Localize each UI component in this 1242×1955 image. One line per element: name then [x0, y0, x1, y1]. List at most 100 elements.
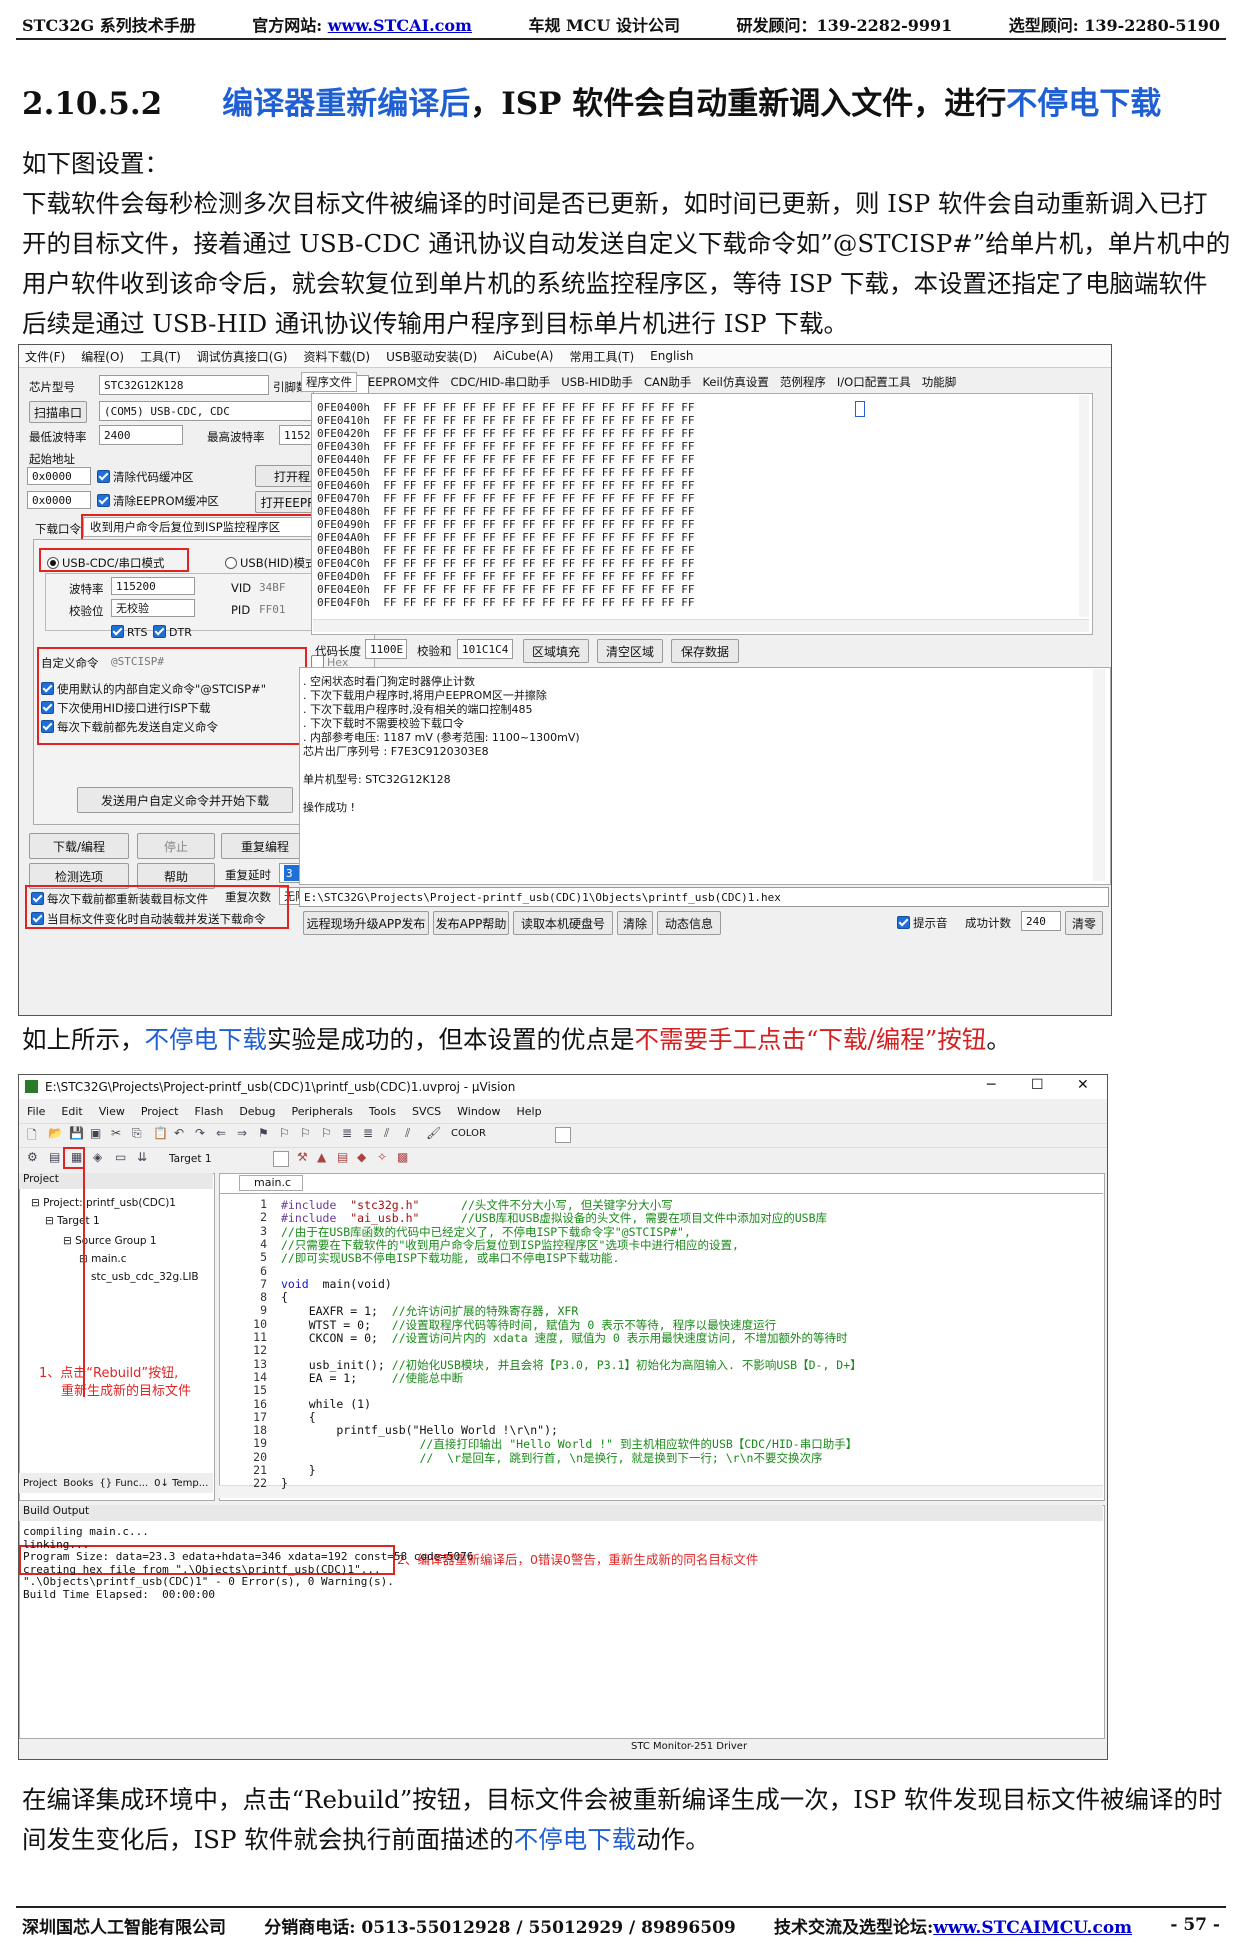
repeat-program-button[interactable]: 重复编程	[221, 833, 309, 859]
dtr-option[interactable]: DTR	[153, 625, 192, 639]
toolbar-icon[interactable]: 📋	[153, 1126, 168, 1140]
mode-hid-radio[interactable]: USB(HID)模式	[225, 555, 316, 571]
toolbar-icon[interactable]: ⫽	[405, 1126, 410, 1141]
find-combo[interactable]	[555, 1127, 571, 1143]
options-toolbar-icon[interactable]: ▩	[397, 1150, 408, 1164]
code-line[interactable]: }	[281, 1463, 316, 1477]
log-scrollbar[interactable]	[1093, 669, 1105, 881]
pane-tab-books[interactable]: Books	[63, 1478, 93, 1489]
beep-option[interactable]: 提示音	[897, 915, 948, 931]
build-toolbar-icon[interactable]: ⚙	[27, 1150, 38, 1164]
toolbar-icon[interactable]: ≣	[342, 1126, 352, 1140]
options-toolbar-icon[interactable]: ◆	[357, 1150, 366, 1164]
remote-upgrade-button[interactable]: 远程现场升级APP发布	[303, 911, 429, 935]
parity-select[interactable]: 无校验	[111, 599, 195, 617]
code-line[interactable]: void main(void)	[281, 1277, 392, 1291]
tab-can-assistant[interactable]: CAN助手	[644, 374, 692, 390]
toolbar-icon[interactable]: 🖌	[426, 1126, 441, 1140]
menu-peripherals[interactable]: Peripherals	[292, 1105, 353, 1118]
pane-tab-templates[interactable]: 0↓ Temp...	[154, 1478, 208, 1489]
dynamic-info-button[interactable]: 动态信息	[657, 911, 721, 935]
menu-svcs[interactable]: SVCS	[412, 1105, 441, 1118]
menu-tools[interactable]: Tools	[369, 1105, 396, 1118]
toolbar-icon[interactable]: 💾	[69, 1126, 84, 1140]
scan-port-button[interactable]: 扫描串口	[29, 401, 87, 423]
clear-log-button[interactable]: 清除	[617, 911, 653, 935]
menu-flash[interactable]: Flash	[194, 1105, 223, 1118]
menu-docs[interactable]: 资料下载(D)	[303, 348, 370, 365]
pane-tab-project[interactable]: Project	[23, 1478, 57, 1489]
reset-count-button[interactable]: 清零	[1065, 911, 1103, 935]
build-toolbar-icon[interactable]: ⇊	[137, 1150, 147, 1164]
tree-source-group[interactable]: ⊟ Source Group 1	[63, 1235, 157, 1247]
baud-select[interactable]: 115200	[111, 577, 195, 595]
toolbar-icon[interactable]: ⚑	[258, 1126, 269, 1140]
toolbar-icon[interactable]: ↷	[195, 1126, 205, 1140]
save-data-button[interactable]: 保存数据	[671, 639, 739, 663]
toolbar-icon[interactable]: ⚐	[300, 1126, 311, 1140]
tab-usb-hid-assistant[interactable]: USB-HID助手	[561, 374, 633, 390]
options-toolbar-icon[interactable]: ▲	[317, 1150, 326, 1164]
tree-main-c[interactable]: ⊞ main.c	[79, 1253, 127, 1265]
port-select[interactable]: (COM5) USB-CDC, CDC	[99, 401, 323, 421]
read-disk-id-button[interactable]: 读取本机硬盘号	[513, 911, 613, 935]
rebuild-icon[interactable]: ▦	[71, 1150, 82, 1164]
code-line[interactable]: while (1)	[281, 1397, 371, 1411]
maximize-icon[interactable]: ☐	[1031, 1077, 1044, 1093]
official-site-link[interactable]: www.STCAI.com	[328, 16, 472, 35]
chip-select[interactable]: STC32G12K128	[99, 375, 269, 395]
code-line[interactable]: {	[281, 1410, 316, 1424]
menu-program[interactable]: 编程(O)	[81, 348, 124, 365]
build-toolbar-icon[interactable]: ◈	[93, 1150, 102, 1164]
code-line[interactable]: CKCON = 0; //设置访问片内的 xdata 速度, 赋值为 0 表示用…	[281, 1330, 848, 1346]
tree-usb-lib[interactable]: stc_usb_cdc_32g.LIB	[91, 1271, 199, 1283]
hex-vertical-scrollbar[interactable]	[1079, 395, 1089, 617]
target-select[interactable]	[273, 1151, 289, 1167]
toolbar-icon[interactable]: ⚐	[279, 1126, 290, 1140]
tab-examples[interactable]: 范例程序	[780, 374, 826, 390]
pane-tab-functions[interactable]: {} Func...	[99, 1478, 148, 1489]
menu-tools[interactable]: 工具(T)	[140, 348, 181, 365]
min-baud-select[interactable]: 2400	[99, 425, 183, 445]
tree-project-root[interactable]: ⊟ Project: printf_usb(CDC)1	[31, 1197, 176, 1209]
options-toolbar-icon[interactable]: ✧	[377, 1150, 387, 1164]
toolbar-icon[interactable]: 📂	[48, 1126, 63, 1140]
fill-area-button[interactable]: 区域填充	[523, 639, 589, 663]
menu-common-tools[interactable]: 常用工具(T)	[569, 348, 634, 365]
tab-eeprom-file[interactable]: EEPROM文件	[368, 374, 439, 390]
menu-file[interactable]: 文件(F)	[25, 348, 65, 365]
code-line[interactable]: printf_usb("Hello World !\r\n");	[281, 1423, 558, 1437]
tab-download-password[interactable]: 下载口令	[35, 521, 81, 537]
options-toolbar-icon[interactable]: ⚒	[297, 1150, 308, 1164]
code-line[interactable]: EA = 1; //使能总中断	[281, 1370, 463, 1386]
forum-link[interactable]: www.STCAIMCU.com	[933, 1918, 1132, 1938]
menu-help[interactable]: Help	[517, 1105, 542, 1118]
build-toolbar-icon[interactable]: ▭	[115, 1150, 126, 1164]
tree-target[interactable]: ⊟ Target 1	[45, 1215, 100, 1227]
app-help-button[interactable]: 发布APP帮助	[433, 911, 509, 935]
toolbar-icon[interactable]: 🗋	[27, 1126, 37, 1147]
send-custom-command-button[interactable]: 发送用户自定义命令并开始下载	[77, 787, 293, 813]
toolbar-icon[interactable]: ✂	[111, 1126, 121, 1140]
tab-serial-assistant[interactable]: CDC/HID-串口助手	[450, 374, 550, 390]
stop-button[interactable]: 停止	[137, 833, 215, 859]
menu-english[interactable]: English	[650, 349, 693, 363]
minimize-icon[interactable]: ─	[987, 1077, 995, 1093]
code-line[interactable]: {	[281, 1290, 288, 1304]
tab-io-config[interactable]: I/O口配置工具	[837, 374, 911, 390]
clear-code-option[interactable]: 清除代码缓冲区	[97, 469, 194, 485]
menu-aicube[interactable]: AiCube(A)	[493, 349, 553, 363]
build-toolbar-icon[interactable]: ▤	[49, 1150, 60, 1164]
code-line[interactable]: //即可实现USB不停电ISP下载功能, 或串口不停电ISP下载功能.	[281, 1250, 619, 1266]
toolbar-icon[interactable]: ⇐	[216, 1126, 226, 1140]
close-icon[interactable]: ✕	[1077, 1077, 1089, 1093]
toolbar-icon[interactable]: ⇒	[237, 1126, 247, 1140]
menu-window[interactable]: Window	[457, 1105, 500, 1118]
clear-eeprom-option[interactable]: 清除EEPROM缓冲区	[97, 493, 219, 509]
code-line[interactable]: // \r是回车, 跳到行首, \n是换行, 就是换到下一行; \r\n不要交换…	[281, 1450, 822, 1466]
menu-view[interactable]: View	[99, 1105, 125, 1118]
eeprom-start-address[interactable]: 0x0000	[27, 491, 91, 509]
editor-horizontal-scrollbar[interactable]	[219, 1485, 1103, 1498]
hex-horizontal-scrollbar[interactable]	[313, 619, 1089, 632]
tab-pin-function[interactable]: 功能脚	[922, 374, 957, 390]
